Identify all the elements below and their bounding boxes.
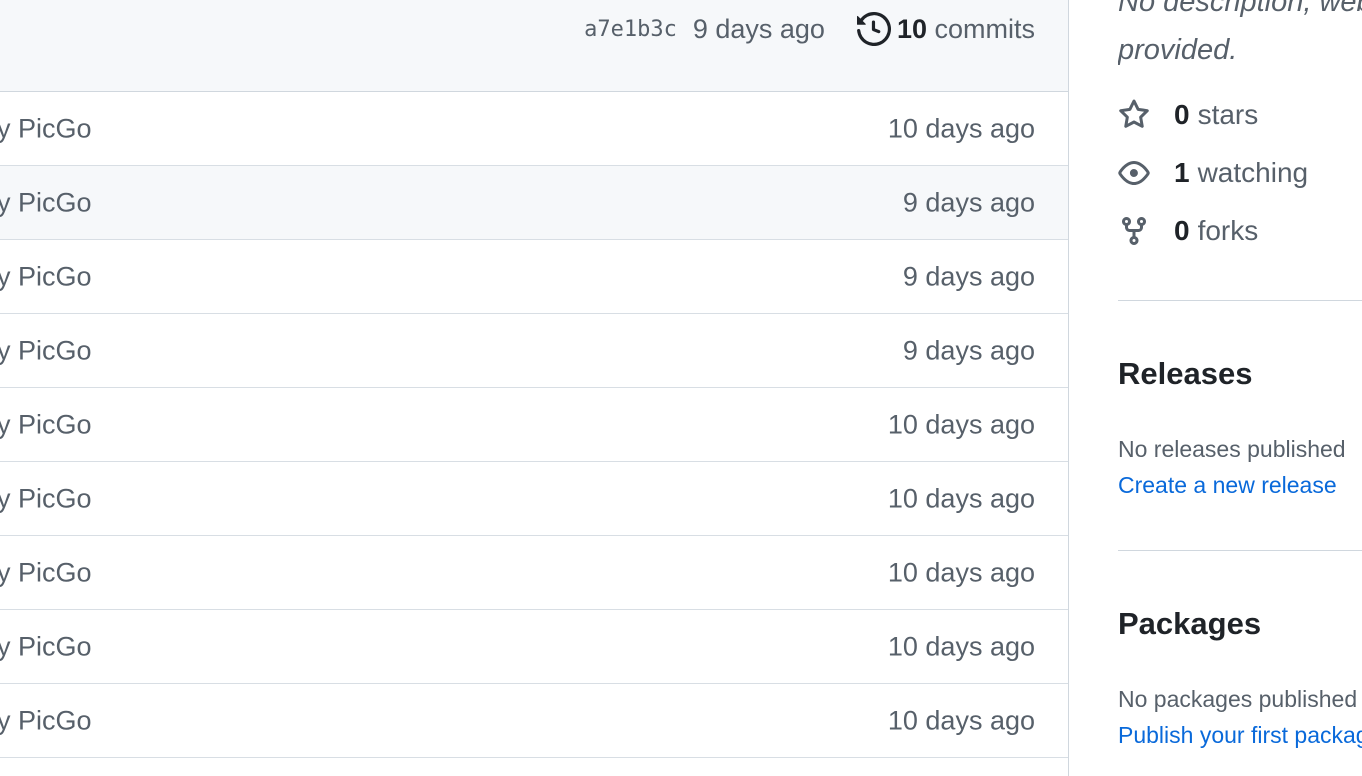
commit-message-link[interactable]: by PicGo	[0, 557, 92, 588]
repo-description-line: No description, website, or topics	[1118, 0, 1362, 18]
fork-icon	[1118, 215, 1150, 247]
commit-message-link[interactable]: by PicGo	[0, 631, 92, 662]
star-icon	[1118, 99, 1150, 131]
forks-count: 0	[1174, 215, 1190, 246]
commit-age: 10 days ago	[887, 483, 1035, 513]
commit-sha-link[interactable]: a7e1b3c	[584, 17, 677, 42]
file-rows: by PicGo 10 days ago by PicGo 9 days ago…	[0, 92, 1068, 758]
watching-count: 1	[1174, 157, 1190, 188]
commit-message-link[interactable]: by PicGo	[0, 335, 92, 366]
repo-description-line: provided.	[1118, 34, 1238, 66]
releases-heading[interactable]: Releases	[1118, 356, 1252, 392]
commit-message-link[interactable]: by PicGo	[0, 705, 92, 736]
stars-label: stars	[1197, 99, 1259, 130]
sidebar-divider	[1118, 550, 1362, 551]
commits-count-link[interactable]: 10 commits	[897, 14, 1035, 45]
watching-label: watching	[1197, 157, 1309, 188]
table-row[interactable]: by PicGo 10 days ago	[0, 684, 1068, 758]
packages-empty-text: No packages published	[1118, 686, 1358, 712]
commit-age: 10 days ago	[887, 631, 1035, 661]
latest-commit-bar: a7e1b3c 9 days ago 10 commits	[0, 0, 1068, 92]
commit-message-link[interactable]: by PicGo	[0, 187, 92, 218]
table-row[interactable]: by PicGo 9 days ago	[0, 166, 1068, 240]
commit-age: 10 days ago	[887, 557, 1035, 587]
about-sidebar: No description, website, or topics provi…	[1118, 0, 1362, 776]
forks-label: forks	[1197, 215, 1259, 246]
commit-age: 9 days ago	[902, 261, 1035, 291]
packages-heading[interactable]: Packages	[1118, 606, 1261, 642]
stars-count: 0	[1174, 99, 1190, 130]
commit-message-link[interactable]: by PicGo	[0, 409, 92, 440]
table-row[interactable]: by PicGo 10 days ago	[0, 462, 1068, 536]
table-row[interactable]: by PicGo 9 days ago	[0, 314, 1068, 388]
history-icon[interactable]	[856, 12, 891, 46]
commits-label: commits	[927, 13, 1036, 44]
commit-age: 10 days ago	[887, 113, 1035, 143]
watching-link[interactable]: 1 watching	[1118, 153, 1308, 193]
repo-description: No description, website, or topics provi…	[1118, 0, 1362, 74]
publish-package-link[interactable]: Publish your first package	[1118, 722, 1362, 749]
create-release-link[interactable]: Create a new release	[1118, 472, 1337, 499]
sidebar-divider	[1118, 300, 1362, 301]
table-row[interactable]: by PicGo 10 days ago	[0, 92, 1068, 166]
table-row[interactable]: by PicGo 9 days ago	[0, 240, 1068, 314]
commit-message-link[interactable]: by PicGo	[0, 113, 92, 144]
commit-age: 10 days ago	[887, 409, 1035, 439]
commit-message-link[interactable]: by PicGo	[0, 483, 92, 514]
table-row[interactable]: by PicGo 10 days ago	[0, 388, 1068, 462]
file-list-panel: a7e1b3c 9 days ago 10 commits by PicGo 1…	[0, 0, 1069, 776]
latest-commit-meta: a7e1b3c 9 days ago 10 commits	[584, 12, 1035, 46]
commits-count: 10	[896, 13, 927, 44]
commit-message-link[interactable]: by PicGo	[0, 261, 92, 292]
releases-empty-text: No releases published	[1118, 436, 1346, 462]
repository-page: a7e1b3c 9 days ago 10 commits by PicGo 1…	[0, 0, 1362, 776]
eye-icon	[1118, 157, 1150, 189]
commit-age: 9 days ago	[902, 187, 1035, 217]
table-row[interactable]: by PicGo 10 days ago	[0, 610, 1068, 684]
table-row[interactable]: by PicGo 10 days ago	[0, 536, 1068, 610]
commit-time[interactable]: 9 days ago	[693, 14, 825, 45]
commit-age: 10 days ago	[887, 705, 1035, 735]
commit-age: 9 days ago	[902, 335, 1035, 365]
forks-link[interactable]: 0 forks	[1118, 211, 1258, 251]
stars-link[interactable]: 0 stars	[1118, 95, 1258, 135]
